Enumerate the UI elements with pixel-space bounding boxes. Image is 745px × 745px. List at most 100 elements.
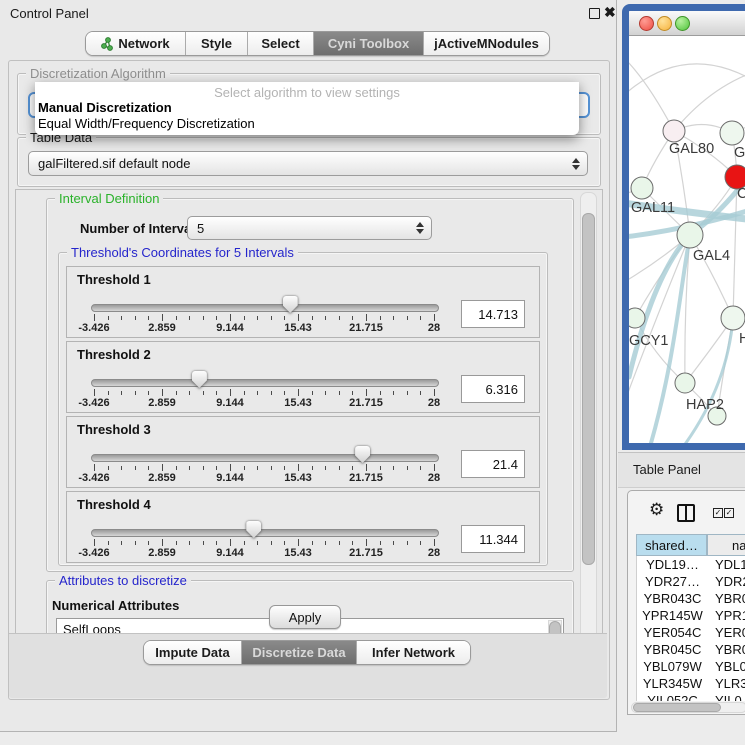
checkbox-icon-1[interactable]: ✓ [713,508,723,518]
slider-track[interactable] [91,304,439,312]
cell-shared-name[interactable]: YDL19… [637,556,708,573]
network-node-label-gal11: GAL11 [631,200,675,216]
panel-scrollbar-track[interactable] [580,192,597,664]
threshold-value-field[interactable]: 21.4 [461,450,525,478]
minimize-traffic-light[interactable] [657,16,672,31]
slider-tick [393,541,394,545]
table-row[interactable]: YPR145W YPR1 [637,607,745,624]
table-row[interactable]: YDL19… YDL1 [637,556,745,573]
table-row[interactable]: YDR27… YDR2 [637,573,745,590]
slider-tick [284,391,285,395]
close-icon[interactable]: ✖ [604,4,616,21]
zoom-traffic-light[interactable] [675,16,690,31]
slider-tick [407,391,408,395]
table-row[interactable]: YBR043C YBR0 [637,590,745,607]
top-tab-bar: NetworkStyleSelectCyni ToolboxjActiveMNo… [85,31,550,56]
column-header-2[interactable]: na [707,534,745,556]
network-node-node-h[interactable] [721,306,745,330]
panel-scrollbar-thumb[interactable] [582,213,595,565]
split-columns-icon[interactable] [677,504,695,522]
close-traffic-light[interactable] [639,16,654,31]
slider-tick-label: 2.859 [148,322,176,334]
network-node-gal80[interactable] [663,120,685,142]
apply-button[interactable]: Apply [269,605,341,629]
tab-infer-network[interactable]: Infer Network [357,641,470,664]
slider-tick [393,466,394,470]
tab-select[interactable]: Select [248,32,314,55]
num-intervals-spinner[interactable]: 5 [187,216,432,240]
algorithm-popup-item-equal-width-frequency-discretization[interactable]: Equal Width/Frequency Discretization [38,116,255,131]
slider-tick-label: -3.426 [78,322,109,334]
table-row[interactable]: YBR045C YBR0 [637,641,745,658]
cell-shared-name[interactable]: YDR27… [637,573,708,590]
discretization-algorithm-legend: Discretization Algorithm [26,66,170,81]
slider-tick [284,466,285,470]
table-data-combo[interactable]: galFiltered.sif default node [28,151,588,176]
float-window-icon[interactable] [589,8,600,19]
slider-tick [407,466,408,470]
slider-track[interactable] [91,379,439,387]
slider-thumb[interactable] [192,371,207,388]
table-data-combo-value: galFiltered.sif default node [38,156,190,171]
cell-shared-name[interactable]: YIL052C [637,692,708,701]
checkbox-icon-2[interactable]: ✓ [724,508,734,518]
tab-impute-data[interactable]: Impute Data [144,641,242,664]
cell-name[interactable]: YPR1 [715,607,745,624]
cell-name[interactable]: YDL1 [715,556,745,573]
slider-track[interactable] [91,454,439,462]
table-row[interactable]: YER054C YER0 [637,624,745,641]
slider-thumb[interactable] [246,521,261,538]
cell-name[interactable]: YDR2 [715,573,745,590]
slider-tick [108,316,109,320]
tab-jactivemnodules[interactable]: jActiveMNodules [424,32,549,55]
network-node-gal11[interactable] [631,177,653,199]
cell-shared-name[interactable]: YBR045C [637,641,708,658]
network-node-gal4[interactable] [677,222,703,248]
slider-tick [94,314,95,321]
gear-icon[interactable]: ⚙ [649,502,664,519]
slider-thumb[interactable] [355,446,370,463]
cell-shared-name[interactable]: YER054C [637,624,708,641]
threshold-value-field[interactable]: 14.713 [461,300,525,328]
slider-tick [189,391,190,395]
tab-style[interactable]: Style [186,32,248,55]
slider-tick-label: 9.144 [216,547,244,559]
slider-thumb[interactable] [283,296,298,313]
cell-name[interactable]: YER0 [715,624,745,641]
tab-network[interactable]: Network [86,32,186,55]
cell-name[interactable]: YLR3 [715,675,745,692]
table-data-group: Table Data galFiltered.sif default node [17,137,601,187]
column-header-1[interactable]: shared… [636,534,707,556]
slider-track[interactable] [91,529,439,537]
threshold-value-field[interactable]: 6.316 [461,375,525,403]
slider-tick [176,541,177,545]
table-row[interactable]: YLR345W YLR3 [637,675,745,692]
table-hscrollbar-track[interactable] [631,702,745,713]
tab-discretize-data[interactable]: Discretize Data [242,641,357,664]
table-hscrollbar-thumb[interactable] [633,703,721,712]
slider-tick [135,541,136,545]
cell-name[interactable]: YIL0 [715,692,745,701]
threshold-panel-2: Threshold 2-3.4262.8599.14415.4321.71528… [66,341,540,413]
network-node-gcy1[interactable] [629,308,645,328]
table-row[interactable]: YIL052C YIL0 [637,692,745,701]
cell-name[interactable]: YBR0 [715,641,745,658]
slider-tick [312,316,313,320]
network-node-label-hap2: HAP2 [686,397,724,413]
cell-shared-name[interactable]: YBL079W [637,658,708,675]
network-node-node-g[interactable] [720,121,744,145]
network-canvas[interactable]: GAL80GCGAL11GAL4GCY1HHAP2 [629,35,745,443]
network-window-titlebar[interactable] [629,11,745,36]
tab-cyni-toolbox[interactable]: Cyni Toolbox [314,32,424,55]
cell-shared-name[interactable]: YLR345W [637,675,708,692]
cell-shared-name[interactable]: YBR043C [637,590,708,607]
cell-name[interactable]: YBR0 [715,590,745,607]
algorithm-popup-item-manual-discretization[interactable]: Manual Discretization [38,100,172,115]
threshold-value-field[interactable]: 11.344 [461,525,525,553]
cell-shared-name[interactable]: YPR145W [637,607,708,624]
slider-tick [366,539,367,546]
cell-name[interactable]: YBL0 [715,658,745,675]
table-row[interactable]: YBL079W YBL0 [637,658,745,675]
network-node-hap2[interactable] [675,373,695,393]
slider-tick [271,316,272,320]
